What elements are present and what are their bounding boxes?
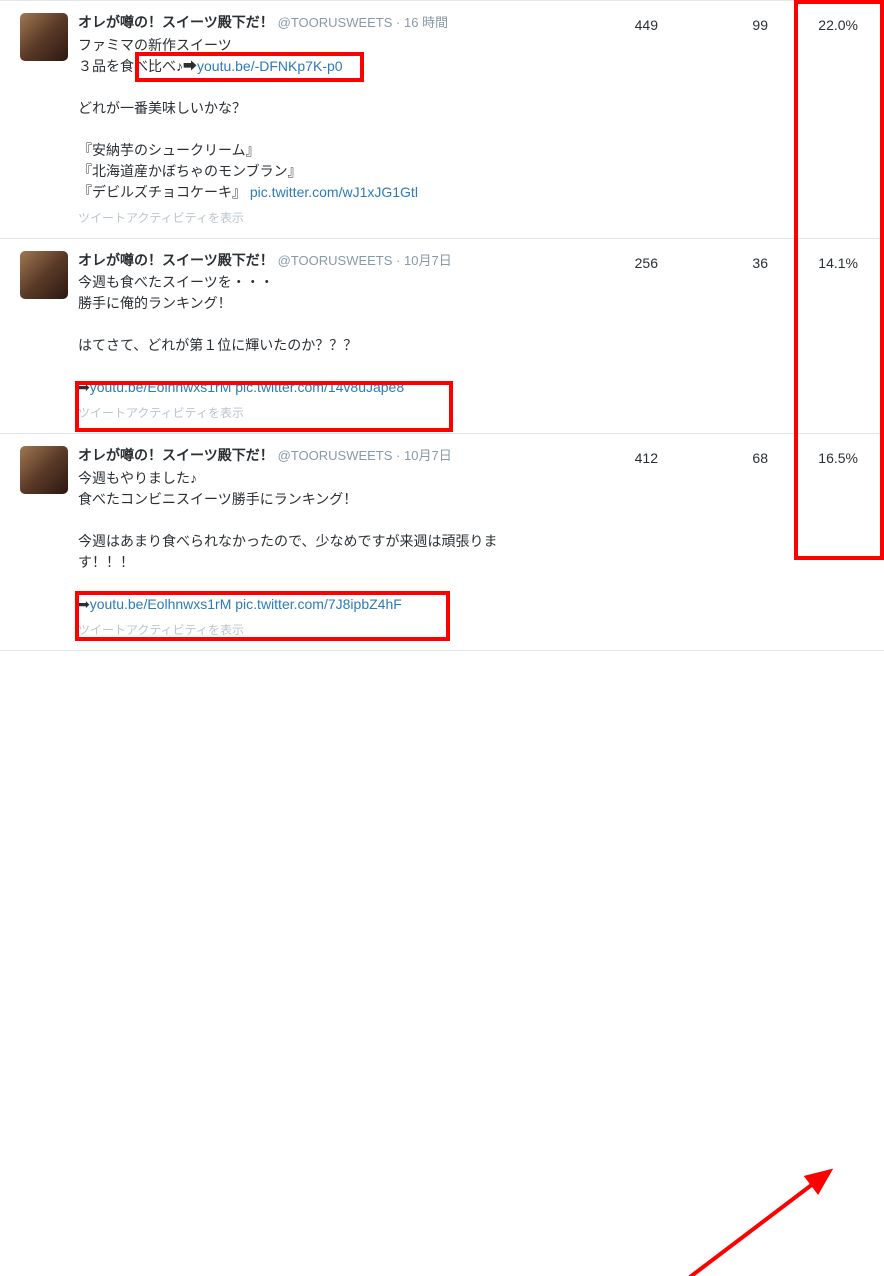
separator: · <box>392 448 404 463</box>
red-arrow <box>0 651 884 1276</box>
tweet-link[interactable]: pic.twitter.com/14v8uJape8 <box>235 379 404 395</box>
avatar[interactable] <box>20 446 68 494</box>
tweet-link[interactable]: pic.twitter.com/wJ1xJG1Gtl <box>250 184 418 200</box>
handle[interactable]: @TOORUSWEETS <box>278 448 393 463</box>
tweet-link[interactable]: youtu.be/Eolhnwxs1rM <box>90 379 232 395</box>
timestamp[interactable]: 10月7日 <box>404 448 452 463</box>
tweet-link[interactable]: youtu.be/Eolhnwxs1rM <box>90 596 232 612</box>
tweet-header: オレが噂の！スイーツ殿下だ！ @TOORUSWEETS · 10月7日 <box>78 446 528 466</box>
tweet-body: オレが噂の！スイーツ殿下だ！ @TOORUSWEETS · 16 時間ファミマの… <box>78 13 548 226</box>
tweet-text: 今週もやりました♪ 食べたコンビニスイーツ勝手にランキング！ 今週はあまり食べら… <box>78 468 528 615</box>
tweet-header: オレが噂の！スイーツ殿下だ！ @TOORUSWEETS · 16 時間 <box>78 13 528 33</box>
engagements-value: 36 <box>658 251 768 271</box>
tweet-list: オレが噂の！スイーツ殿下だ！ @TOORUSWEETS · 16 時間ファミマの… <box>0 0 884 651</box>
display-name[interactable]: オレが噂の！スイーツ殿下だ！ <box>78 447 274 463</box>
engagement-rate-value: 16.5% <box>768 446 868 466</box>
tweet-header: オレが噂の！スイーツ殿下だ！ @TOORUSWEETS · 10月7日 <box>78 251 528 271</box>
tweet-body: オレが噂の！スイーツ殿下だ！ @TOORUSWEETS · 10月7日今週も食べ… <box>78 251 548 422</box>
separator: · <box>392 15 404 30</box>
tweet-link[interactable]: pic.twitter.com/7J8ipbZ4hF <box>235 596 402 612</box>
view-activity-link[interactable]: ツイートアクティビティを表示 <box>78 621 244 638</box>
display-name[interactable]: オレが噂の！スイーツ殿下だ！ <box>78 14 274 30</box>
engagement-rate-value: 14.1% <box>768 251 868 271</box>
view-activity-link[interactable]: ツイートアクティビティを表示 <box>78 404 244 421</box>
avatar[interactable] <box>20 13 68 61</box>
engagements-value: 68 <box>658 446 768 466</box>
handle[interactable]: @TOORUSWEETS <box>278 15 393 30</box>
timestamp[interactable]: 16 時間 <box>404 15 448 30</box>
impressions-value: 449 <box>548 13 658 33</box>
engagements-value: 99 <box>658 13 768 33</box>
impressions-value: 412 <box>548 446 658 466</box>
tweet-text: ファミマの新作スイーツ ３品を食べ比べ♪➡youtu.be/-DFNKp7K-p… <box>78 35 528 203</box>
separator: · <box>392 253 404 268</box>
display-name[interactable]: オレが噂の！スイーツ殿下だ！ <box>78 252 274 268</box>
tweet-row[interactable]: オレが噂の！スイーツ殿下だ！ @TOORUSWEETS · 16 時間ファミマの… <box>0 1 884 239</box>
tweet-text: 今週も食べたスイーツを・・・ 勝手に俺的ランキング！ はてさて、どれが第１位に輝… <box>78 272 528 398</box>
impressions-value: 256 <box>548 251 658 271</box>
tweet-row[interactable]: オレが噂の！スイーツ殿下だ！ @TOORUSWEETS · 10月7日今週もやり… <box>0 434 884 651</box>
avatar[interactable] <box>20 251 68 299</box>
engagement-rate-value: 22.0% <box>768 13 868 33</box>
tweet-body: オレが噂の！スイーツ殿下だ！ @TOORUSWEETS · 10月7日今週もやり… <box>78 446 548 638</box>
tweet-row[interactable]: オレが噂の！スイーツ殿下だ！ @TOORUSWEETS · 10月7日今週も食べ… <box>0 239 884 435</box>
view-activity-link[interactable]: ツイートアクティビティを表示 <box>78 209 244 226</box>
tweet-text-fragment: 今週もやりました♪ 食べたコンビニスイーツ勝手にランキング！ 今週はあまり食べら… <box>78 470 497 612</box>
tweet-link[interactable]: youtu.be/-DFNKp7K-p0 <box>197 58 343 74</box>
handle[interactable]: @TOORUSWEETS <box>278 253 393 268</box>
timestamp[interactable]: 10月7日 <box>404 253 452 268</box>
tweet-text-fragment: 今週も食べたスイーツを・・・ 勝手に俺的ランキング！ はてさて、どれが第１位に輝… <box>78 274 357 395</box>
